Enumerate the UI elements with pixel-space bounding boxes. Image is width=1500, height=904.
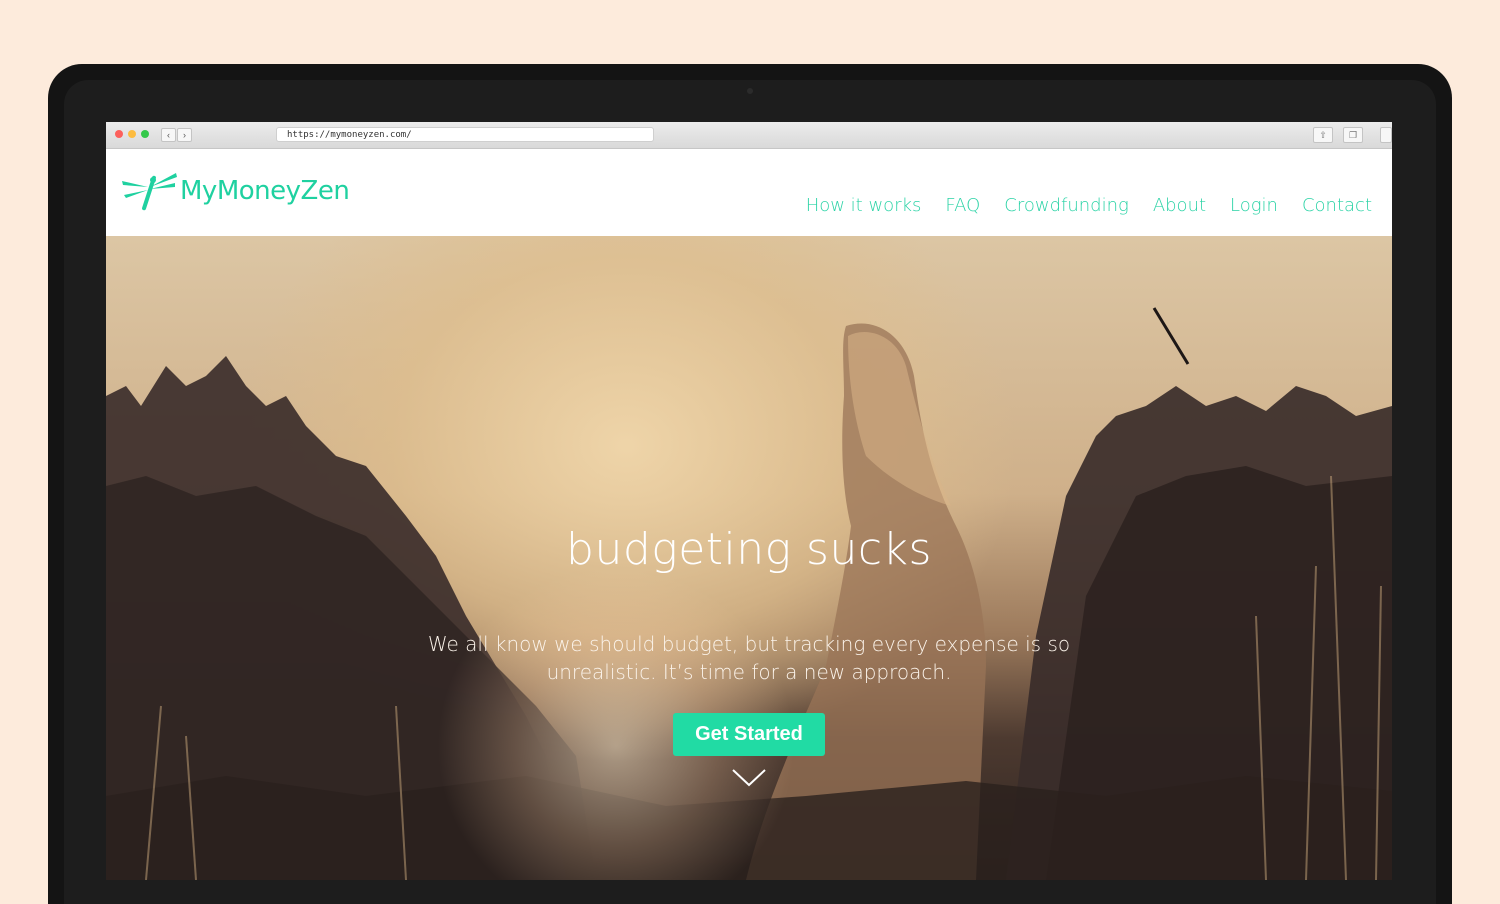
close-window-button[interactable] [115,130,123,138]
browser-window: ‹ › https://mymoneyzen.com/ ⇧ ❐ MyMoneyZ… [106,122,1392,880]
maximize-window-button[interactable] [141,130,149,138]
nav-contact[interactable]: Contact [1302,195,1372,216]
nav-login[interactable]: Login [1230,195,1278,216]
scrollbar-button[interactable] [1380,127,1392,143]
nav-crowdfunding[interactable]: Crowdfunding [1004,195,1129,216]
hero-title: budgeting sucks [566,524,932,575]
address-bar[interactable]: https://mymoneyzen.com/ [276,127,654,142]
camera-icon [747,88,753,94]
hero-description: We all know we should budget, but tracki… [427,632,1071,684]
nav-about[interactable]: About [1153,195,1206,216]
tabs-icon[interactable]: ❐ [1343,127,1363,143]
forward-button[interactable]: › [177,128,192,142]
dragonfly-icon [122,173,177,211]
logo[interactable]: MyMoneyZen [120,169,350,213]
get-started-button[interactable]: Get Started [673,713,825,756]
main-nav: How it works FAQ Crowdfunding About Logi… [806,195,1372,216]
browser-toolbar: ‹ › https://mymoneyzen.com/ ⇧ ❐ [106,122,1392,149]
share-icon[interactable]: ⇧ [1313,127,1333,143]
chevron-down-icon[interactable] [731,768,767,788]
back-button[interactable]: ‹ [161,128,176,142]
hero-section: budgeting sucks We all know we should bu… [106,236,1392,880]
nav-faq[interactable]: FAQ [945,195,980,216]
minimize-window-button[interactable] [128,130,136,138]
nav-how-it-works[interactable]: How it works [806,195,922,216]
logo-text: MyMoneyZen [180,176,350,206]
site-header: MyMoneyZen How it works FAQ Crowdfunding… [106,149,1392,236]
